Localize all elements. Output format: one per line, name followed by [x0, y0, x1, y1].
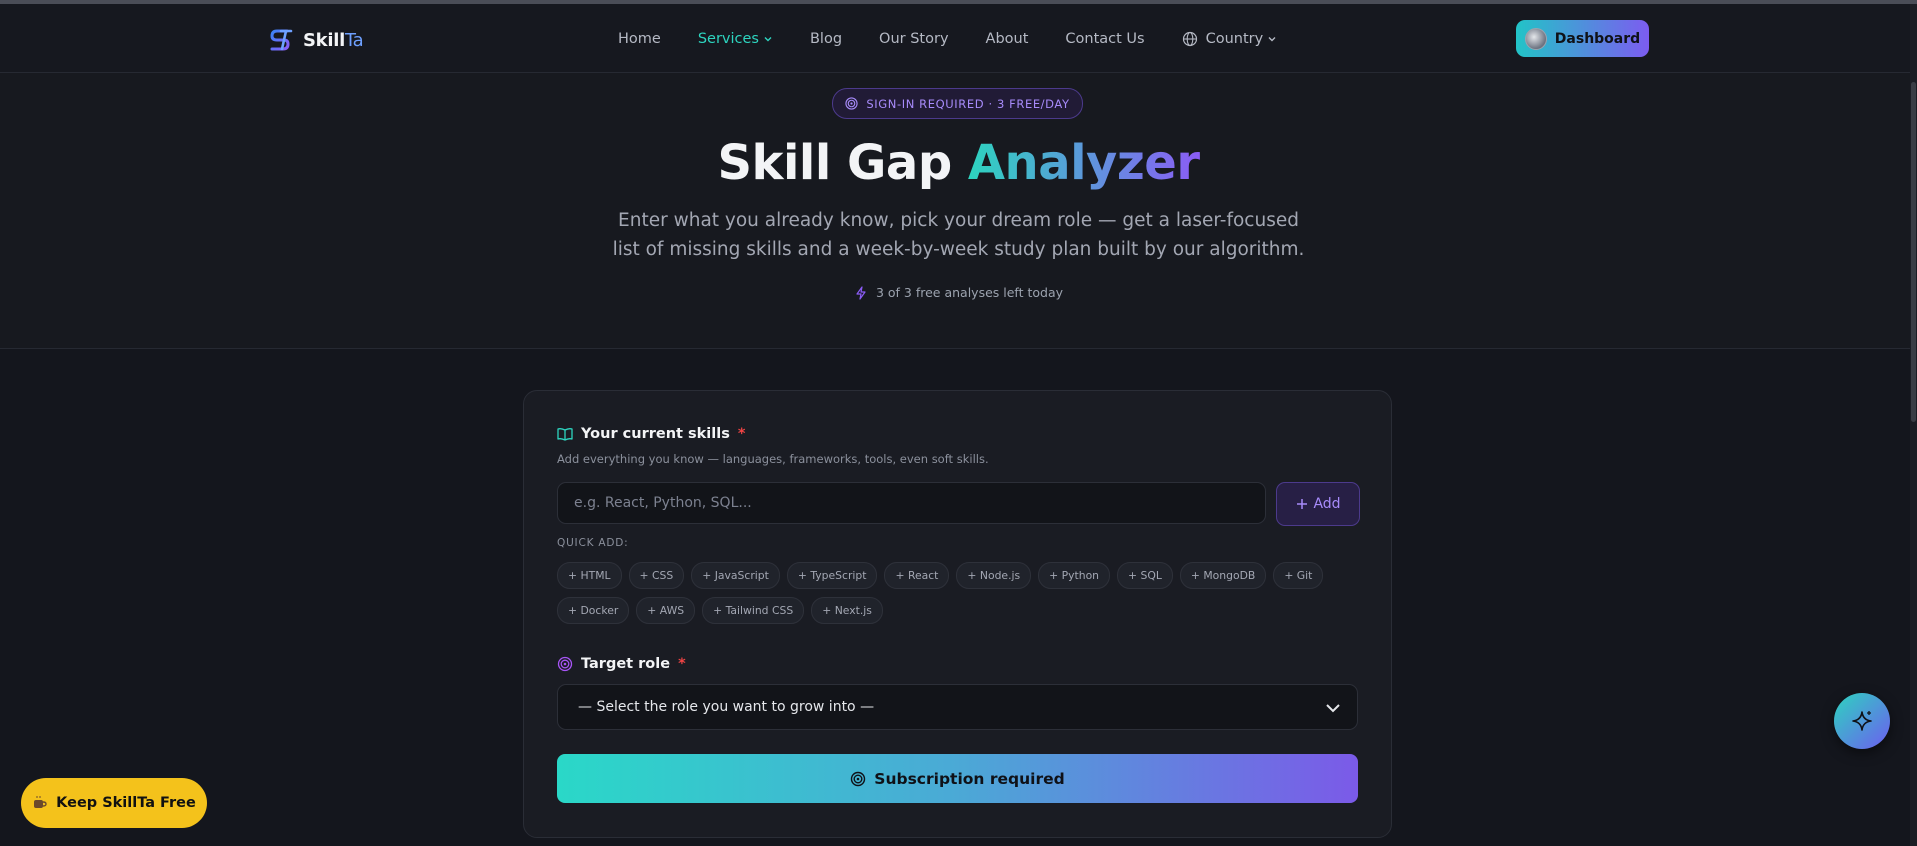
signin-badge: SIGN-IN REQUIRED · 3 FREE/DAY	[832, 88, 1083, 119]
quick-add-chip[interactable]: + React	[884, 562, 950, 589]
target-role-selected: — Select the role you want to grow into …	[578, 699, 875, 715]
free-analyses-text: 3 of 3 free analyses left today	[875, 285, 1064, 300]
role-label-text: Target role	[581, 656, 671, 672]
hero-section: SIGN-IN REQUIRED · 3 FREE/DAY Skill Gap …	[0, 73, 1910, 349]
quick-add-chip[interactable]: + CSS	[628, 562, 685, 589]
page-scrollbar[interactable]	[1910, 4, 1917, 846]
add-skill-button[interactable]: Add	[1276, 482, 1360, 526]
nav-contact[interactable]: Contact Us	[1065, 31, 1144, 47]
quick-add-label: QUICK ADD:	[557, 537, 629, 549]
target-icon	[845, 97, 859, 110]
book-icon	[557, 428, 573, 441]
skills-field-label: Your current skills *	[557, 426, 745, 442]
top-navbar: SkillTa Home Services Blog Our Story Abo…	[0, 4, 1910, 73]
plus-icon	[1297, 499, 1308, 509]
globe-icon	[1182, 31, 1197, 47]
quick-add-chip[interactable]: + Python	[1038, 562, 1111, 589]
nav-services[interactable]: Services	[698, 31, 773, 47]
skills-help-text: Add everything you know — languages, fra…	[557, 452, 989, 466]
subscription-required-label: Subscription required	[874, 769, 1065, 788]
quick-add-chip[interactable]: + HTML	[557, 562, 622, 589]
keep-free-button[interactable]: Keep SkillTa Free	[21, 778, 207, 828]
dashboard-button[interactable]: Dashboard	[1516, 20, 1649, 57]
target-icon	[557, 656, 573, 672]
logo-icon	[270, 29, 293, 51]
target-role-select[interactable]: — Select the role you want to grow into …	[557, 684, 1358, 730]
quick-add-chip[interactable]: + Node.js	[956, 562, 1032, 589]
dashboard-label: Dashboard	[1554, 30, 1641, 47]
chevron-down-icon	[1268, 37, 1276, 42]
quick-add-chip[interactable]: + MongoDB	[1179, 562, 1267, 589]
scrollbar-thumb[interactable]	[1911, 82, 1916, 422]
keep-free-label: Keep SkillTa Free	[56, 795, 196, 811]
ai-assistant-button[interactable]	[1834, 693, 1890, 749]
skills-input[interactable]	[557, 482, 1266, 524]
main-nav: Home Services Blog Our Story About Conta…	[618, 31, 1314, 47]
quick-add-chips: + HTML + CSS + JavaScript + TypeScript +…	[557, 562, 1357, 624]
logo-text-primary: Skill	[303, 29, 345, 51]
page-title-plain: Skill Gap	[717, 135, 968, 191]
analyzer-form-card: Your current skills * Add everything you…	[523, 390, 1392, 838]
nav-country-label: Country	[1205, 31, 1264, 47]
target-icon	[851, 771, 866, 786]
quick-add-chip[interactable]: + AWS	[636, 597, 696, 624]
sparkle-icon	[1852, 711, 1872, 731]
free-analyses-counter: 3 of 3 free analyses left today	[0, 285, 1917, 300]
required-mark: *	[737, 426, 746, 442]
nav-country-select[interactable]: Country	[1182, 31, 1278, 47]
quick-add-chip[interactable]: + Git	[1273, 562, 1324, 589]
page-title-accent: Analyzer	[967, 135, 1200, 191]
nav-home[interactable]: Home	[618, 31, 661, 47]
chevron-down-icon	[1326, 704, 1340, 713]
required-mark: *	[678, 656, 686, 672]
avatar	[1524, 27, 1547, 50]
quick-add-chip[interactable]: + SQL	[1117, 562, 1173, 589]
page-title: Skill Gap Analyzer	[0, 135, 1917, 191]
signin-badge-text: SIGN-IN REQUIRED · 3 FREE/DAY	[866, 96, 1070, 111]
nav-blog[interactable]: Blog	[810, 31, 842, 47]
brand-logo[interactable]: SkillTa	[267, 26, 364, 54]
nav-services-label: Services	[697, 31, 759, 47]
nav-about[interactable]: About	[986, 31, 1029, 47]
add-skill-label: Add	[1313, 496, 1341, 512]
quick-add-chip[interactable]: + JavaScript	[691, 562, 780, 589]
page-subtitle: Enter what you already know, pick your d…	[612, 210, 1305, 260]
quick-add-chip[interactable]: + TypeScript	[786, 562, 878, 589]
skills-label-text: Your current skills	[581, 426, 730, 442]
subscription-required-button[interactable]: Subscription required	[557, 754, 1358, 803]
quick-add-chip[interactable]: + Docker	[557, 597, 630, 624]
quick-add-chip[interactable]: + Next.js	[811, 597, 883, 624]
nav-our-story[interactable]: Our Story	[879, 31, 948, 47]
quick-add-chip[interactable]: + Tailwind CSS	[702, 597, 805, 624]
logo-text-accent: Ta	[344, 29, 364, 51]
role-field-label: Target role *	[557, 656, 686, 672]
lightning-icon	[856, 285, 866, 300]
coffee-icon	[34, 796, 47, 808]
chevron-down-icon	[764, 37, 772, 42]
